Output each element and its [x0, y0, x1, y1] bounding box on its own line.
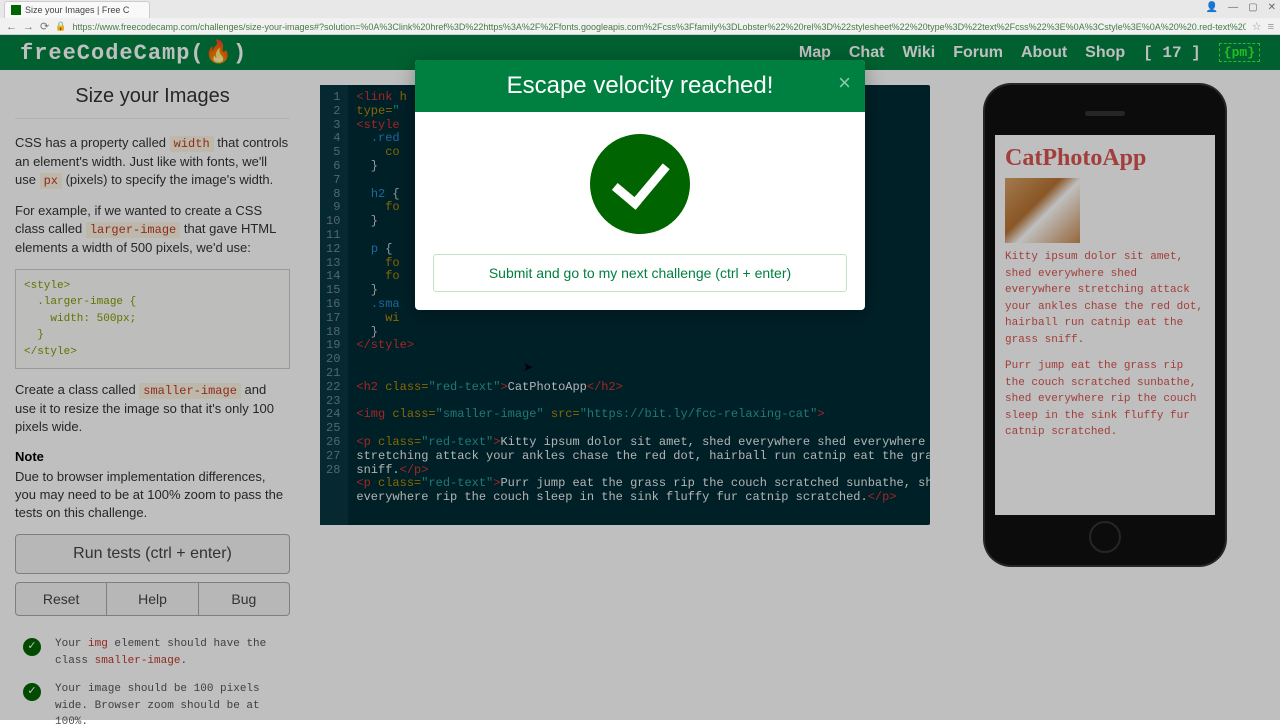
- window-controls[interactable]: 👤 — ▢ ✕: [1206, 2, 1276, 13]
- user-icon[interactable]: 👤: [1206, 2, 1218, 13]
- modal-header: Escape velocity reached! ×: [415, 60, 865, 112]
- tab-title: Size your Images | Free C: [25, 5, 129, 15]
- mouse-cursor: ➤: [523, 360, 533, 374]
- success-check-icon: [590, 134, 690, 234]
- success-modal: Escape velocity reached! × Submit and go…: [415, 60, 865, 310]
- menu-icon[interactable]: ≡: [1268, 21, 1274, 33]
- close-icon[interactable]: ✕: [1268, 2, 1276, 13]
- lock-icon: 🔒: [55, 21, 66, 32]
- back-icon[interactable]: ←: [6, 21, 17, 33]
- modal-title: Escape velocity reached!: [507, 72, 774, 99]
- forward-icon[interactable]: →: [23, 21, 34, 33]
- browser-chrome: Size your Images | Free C 👤 — ▢ ✕ ← → ⟳ …: [0, 0, 1280, 35]
- reload-icon[interactable]: ⟳: [40, 20, 49, 33]
- minimize-icon[interactable]: —: [1228, 2, 1238, 13]
- star-icon[interactable]: ☆: [1252, 20, 1262, 33]
- close-icon[interactable]: ×: [838, 70, 851, 96]
- tab-favicon: [11, 5, 21, 15]
- maximize-icon[interactable]: ▢: [1248, 2, 1257, 13]
- submit-next-button[interactable]: Submit and go to my next challenge (ctrl…: [433, 254, 847, 292]
- browser-tab[interactable]: Size your Images | Free C: [4, 1, 150, 18]
- url-bar[interactable]: https://www.freecodecamp.com/challenges/…: [72, 22, 1245, 32]
